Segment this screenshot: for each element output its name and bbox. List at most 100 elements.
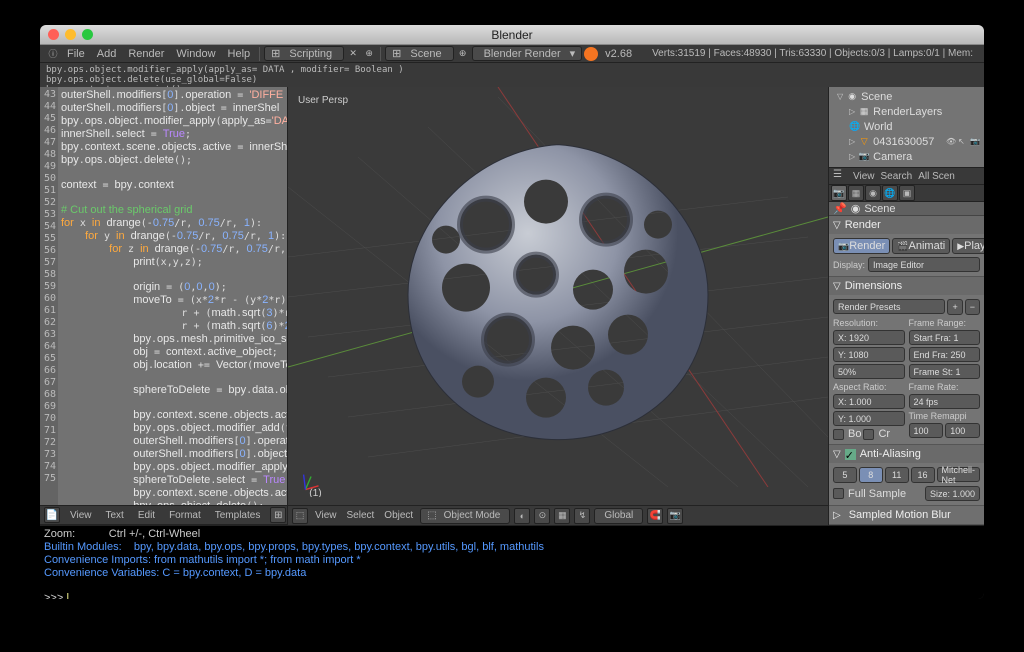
zoom-window-button[interactable] (82, 29, 93, 40)
tab-renderlayers[interactable]: ▦ (848, 185, 864, 201)
outliner-search[interactable]: Search (881, 171, 913, 182)
remap-old[interactable]: 100 (909, 423, 944, 438)
text-menu-format[interactable]: Format (165, 510, 205, 521)
mac-titlebar[interactable]: Blender (40, 25, 984, 45)
pin-icon[interactable]: 📌 (833, 202, 847, 215)
viewport-header: ⬚ View Select Object ⬚ Object Mode ◐ ⊙ ▦… (288, 505, 828, 525)
blender-window: Blender ⓘ File Add Render Window Help ⊞ … (40, 25, 984, 599)
orientation-selector[interactable]: Global (594, 508, 643, 524)
text-editor-header: 📄 View Text Edit Format Templates ⊞ ▶ (40, 505, 287, 525)
scene-selector[interactable]: ⊞ Scene (385, 46, 453, 61)
crop-checkbox[interactable] (863, 429, 874, 440)
viewport-menu-select[interactable]: Select (344, 510, 378, 521)
aa-samples-16[interactable]: 16 (911, 467, 935, 483)
scene-stats: Verts:31519 | Faces:48930 | Tris:63330 |… (647, 48, 978, 59)
outliner[interactable]: ▽◉Scene ▷▦RenderLayers 🌐World ▷▽04316300… (829, 87, 984, 167)
layout-selector[interactable]: ⊞ Scripting (264, 46, 344, 61)
aa-samples-8[interactable]: 8 (859, 467, 883, 483)
resolution-x[interactable]: X: 1920 (833, 330, 905, 345)
python-console[interactable]: Zoom: Ctrl +/-, Ctrl-Wheel Builtin Modul… (40, 526, 984, 599)
visibility-icon: 👁 (946, 137, 956, 147)
pivot-icon[interactable]: ⊙ (534, 508, 550, 524)
render-engine[interactable]: Blender Render ▾ (472, 46, 583, 61)
viewport-menu-object[interactable]: Object (381, 510, 416, 521)
blender-logo-icon (584, 47, 598, 61)
tab-world[interactable]: 🌐 (882, 185, 898, 201)
tab-scene[interactable]: ◉ (865, 185, 881, 201)
text-menu-view[interactable]: View (66, 510, 96, 521)
menu-help[interactable]: Help (223, 48, 256, 60)
motion-blur-panel-header[interactable]: ▷ Sampled Motion Blur (829, 506, 984, 524)
manipulator-icon[interactable]: ↯ (574, 508, 590, 524)
properties-editor: 📷 ▦ ◉ 🌐 ▣ 📌◉Scene ▽ Render 📷Render 🎬Anim… (829, 185, 984, 525)
text-menu-edit[interactable]: Edit (134, 510, 159, 521)
3d-viewport[interactable]: User Persp (288, 87, 828, 505)
display-mode[interactable]: Image Editor (868, 257, 980, 272)
menu-window[interactable]: Window (171, 48, 220, 60)
world-icon: 🌐 (849, 121, 861, 133)
status-output: bpy.ops.object.modifier_apply(apply_as= … (40, 63, 984, 87)
scene-add-icon[interactable]: ⊕ (456, 47, 470, 61)
frame-rate[interactable]: 24 fps (909, 394, 981, 409)
svg-text:(1): (1) (309, 488, 322, 497)
blender-icon[interactable]: ⓘ (46, 47, 60, 61)
frame-end[interactable]: End Fra: 250 (909, 347, 981, 362)
dimensions-panel-header[interactable]: ▽ Dimensions (829, 277, 984, 295)
resolution-percent[interactable]: 50% (833, 364, 905, 379)
remap-new[interactable]: 100 (945, 423, 980, 438)
renderlayers-icon: ▦ (858, 106, 870, 118)
layout-add-icon[interactable]: ⊕ (362, 47, 376, 61)
play-button[interactable]: ▶ Play (952, 238, 984, 254)
menu-file[interactable]: File (62, 48, 90, 60)
layers-icon[interactable]: ▦ (554, 508, 570, 524)
close-window-button[interactable] (48, 29, 59, 40)
animation-button[interactable]: 🎬Animati (892, 238, 950, 254)
frame-start[interactable]: Start Fra: 1 (909, 330, 981, 345)
render-presets[interactable]: Render Presets (833, 299, 945, 314)
code-content[interactable]: outerShell.modifiers[0].operation = 'DIF… (58, 87, 287, 505)
aa-samples-5[interactable]: 5 (833, 467, 857, 483)
antialiasing-panel-header[interactable]: ▽ ✓ Anti-Aliasing (829, 445, 984, 463)
aspect-x[interactable]: X: 1.000 (833, 394, 905, 409)
3d-mesh-object[interactable] (388, 130, 728, 450)
info-header: ⓘ File Add Render Window Help ⊞ Scriptin… (40, 45, 984, 63)
minimize-window-button[interactable] (65, 29, 76, 40)
axis-gizmo: (1) (298, 469, 326, 497)
render-preview-icon[interactable]: 📷 (667, 508, 683, 524)
menu-render[interactable]: Render (123, 48, 169, 60)
render-icon: 📷 (970, 137, 980, 147)
text-editor-type-icon[interactable]: 📄 (44, 507, 60, 523)
frame-step[interactable]: Frame St: 1 (909, 364, 981, 379)
text-editor[interactable]: 43 44 45 46 47 48 49 50 51 52 53 54 55 5… (40, 87, 287, 505)
viewport-menu-view[interactable]: View (312, 510, 340, 521)
mesh-object-icon: ▽ (858, 136, 870, 148)
outliner-filter[interactable]: All Scen (918, 171, 955, 182)
aspect-y[interactable]: Y: 1.000 (833, 411, 905, 426)
text-menu-templates[interactable]: Templates (211, 510, 265, 521)
viewport-type-icon[interactable]: ⬚ (292, 508, 308, 524)
tab-object[interactable]: ▣ (899, 185, 915, 201)
interaction-mode[interactable]: ⬚ Object Mode (420, 508, 510, 524)
select-icon: ↖ (958, 137, 968, 147)
text-menu-text[interactable]: Text (102, 510, 128, 521)
remove-preset-icon[interactable]: − (965, 299, 980, 315)
resolution-y[interactable]: Y: 1080 (833, 347, 905, 362)
outliner-view[interactable]: View (853, 171, 875, 182)
outliner-header: ☰ View Search All Scen (829, 167, 984, 185)
tab-render[interactable]: 📷 (831, 185, 847, 201)
render-panel-header[interactable]: ▽ Render (829, 216, 984, 234)
outliner-type-icon[interactable]: ☰ (833, 169, 847, 183)
add-preset-icon[interactable]: + (947, 299, 962, 315)
full-sample-checkbox[interactable] (833, 488, 844, 499)
menu-add[interactable]: Add (92, 48, 122, 60)
scene-icon: ◉ (846, 91, 858, 103)
layout-prev-icon[interactable]: ✕ (346, 47, 360, 61)
filter-size[interactable]: Size: 1.000 (925, 486, 980, 501)
text-browse-icon[interactable]: ⊞ (270, 507, 286, 523)
border-checkbox[interactable] (833, 429, 844, 440)
snap-icon[interactable]: 🧲 (647, 508, 663, 524)
shading-mode-icon[interactable]: ◐ (514, 508, 530, 524)
render-button[interactable]: 📷Render (833, 238, 890, 254)
aa-filter[interactable]: Mitchell-Net (937, 467, 981, 482)
aa-samples-11[interactable]: 11 (885, 467, 909, 483)
